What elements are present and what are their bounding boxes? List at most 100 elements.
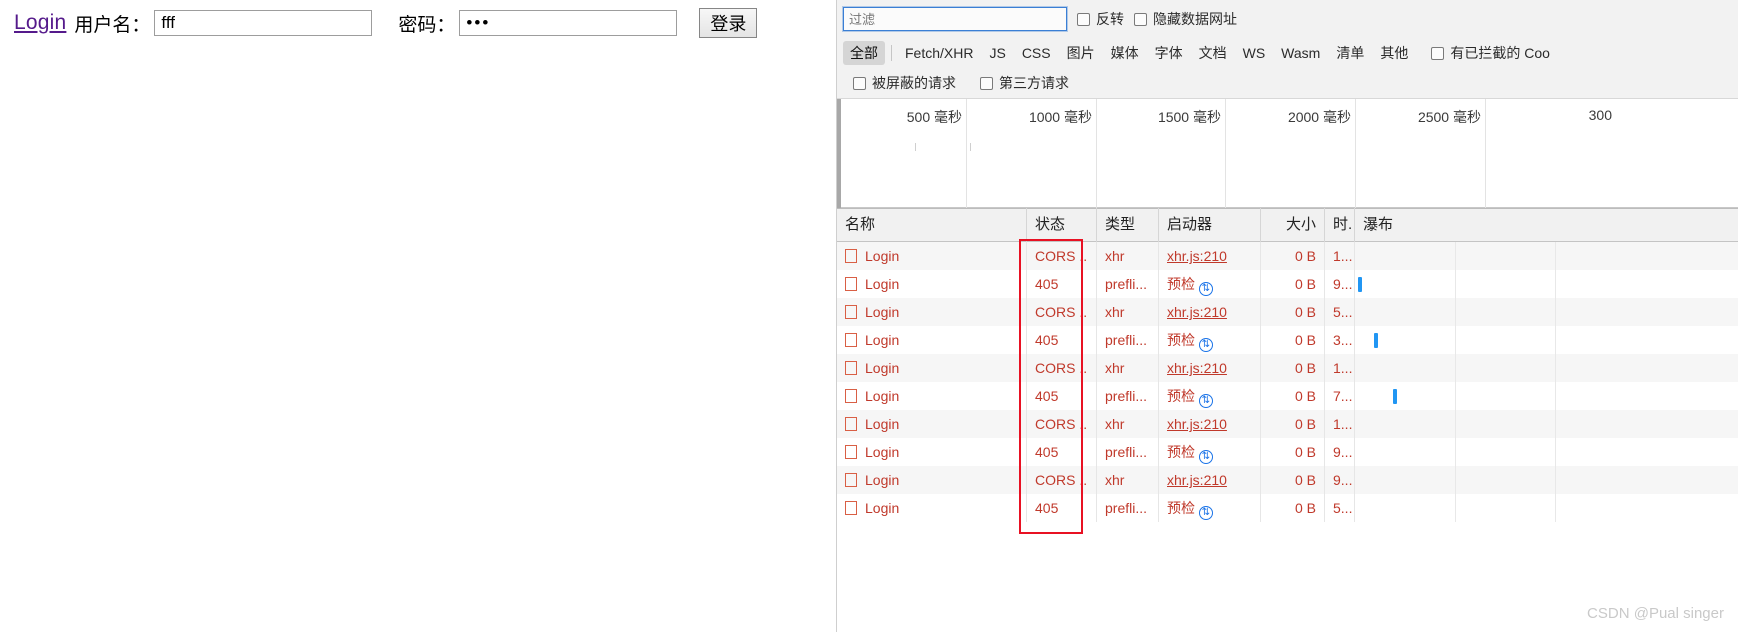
cell-name[interactable]: Login — [837, 466, 1027, 494]
cell-name[interactable]: Login — [837, 494, 1027, 522]
table-row[interactable]: Login CORS .. xhr xhr.js:210 0 B 5... — [837, 298, 1738, 326]
type-filter-media[interactable]: 媒体 — [1104, 41, 1146, 65]
cell-name[interactable]: Login — [837, 382, 1027, 410]
type-filter-doc[interactable]: 文档 — [1192, 41, 1234, 65]
hide-data-urls-checkbox[interactable] — [1134, 12, 1147, 26]
waterfall-gridline — [1555, 494, 1556, 522]
type-filter-css[interactable]: CSS — [1015, 43, 1058, 63]
timeline-tick-label: 1500 毫秒 — [1157, 109, 1221, 125]
document-icon — [845, 333, 857, 347]
cell-initiator[interactable]: 预检 ⇅ — [1159, 438, 1261, 466]
table-row[interactable]: Login 405 prefli... 预检 ⇅ 0 B 5... — [837, 494, 1738, 522]
waterfall-gridline — [1455, 298, 1456, 326]
cell-size: 0 B — [1261, 270, 1325, 298]
cell-name[interactable]: Login — [837, 354, 1027, 382]
initiator-link[interactable]: xhr.js:210 — [1167, 416, 1227, 432]
waterfall-gridline — [1555, 410, 1556, 438]
request-name-label: Login — [865, 416, 900, 432]
invert-checkbox-group[interactable]: 反转 — [1077, 9, 1124, 29]
column-header-type[interactable]: 类型 — [1097, 208, 1159, 242]
cell-name[interactable]: Login — [837, 326, 1027, 354]
type-filter-font[interactable]: 字体 — [1148, 41, 1190, 65]
cell-size: 0 B — [1261, 326, 1325, 354]
cell-name[interactable]: Login — [837, 298, 1027, 326]
timeline-tick-2500: 2500 毫秒 — [1356, 99, 1486, 209]
table-row[interactable]: Login CORS .. xhr xhr.js:210 0 B 1... — [837, 242, 1738, 270]
blocked-requests-checkbox-group[interactable]: 被屏蔽的请求 — [853, 73, 956, 93]
cell-name[interactable]: Login — [837, 438, 1027, 466]
request-name-label: Login — [865, 388, 900, 404]
waterfall-gridline — [1555, 466, 1556, 494]
waterfall-gridline — [1555, 270, 1556, 298]
column-header-size[interactable]: 大小 — [1261, 208, 1325, 242]
invert-checkbox[interactable] — [1077, 12, 1090, 26]
initiator-link[interactable]: xhr.js:210 — [1167, 360, 1227, 376]
cell-time: 9... — [1325, 438, 1355, 466]
third-party-checkbox[interactable] — [980, 76, 993, 90]
cell-initiator[interactable]: xhr.js:210 — [1159, 466, 1261, 494]
blocked-cookies-checkbox-group[interactable]: 有已拦截的 Coo — [1431, 43, 1550, 63]
type-filter-wasm[interactable]: Wasm — [1274, 43, 1327, 63]
filter-input[interactable] — [842, 6, 1068, 32]
cell-name[interactable]: Login — [837, 270, 1027, 298]
column-header-waterfall[interactable]: 瀑布 — [1355, 208, 1738, 242]
initiator-label: 预检 — [1167, 444, 1195, 460]
type-filter-all[interactable]: 全部 — [843, 41, 885, 65]
table-row[interactable]: Login 405 prefli... 预检 ⇅ 0 B 9... — [837, 438, 1738, 466]
resource-type-filter-row: 全部 Fetch/XHR JS CSS 图片 媒体 字体 文档 WS Wasm … — [837, 38, 1738, 68]
column-header-status[interactable]: 状态 — [1027, 208, 1097, 242]
cell-status: CORS .. — [1027, 354, 1097, 382]
login-link[interactable]: Login — [14, 11, 66, 35]
type-filter-manifest[interactable]: 清单 — [1329, 41, 1371, 65]
type-filter-js[interactable]: JS — [982, 43, 1012, 63]
table-row[interactable]: Login 405 prefli... 预检 ⇅ 0 B 3... — [837, 326, 1738, 354]
initiator-link[interactable]: xhr.js:210 — [1167, 248, 1227, 264]
timeline-tick-1000: 1000 毫秒 — [967, 99, 1097, 209]
cell-initiator[interactable]: xhr.js:210 — [1159, 298, 1261, 326]
table-row[interactable]: Login 405 prefli... 预检 ⇅ 0 B 7... — [837, 382, 1738, 410]
cell-initiator[interactable]: 预检 ⇅ — [1159, 326, 1261, 354]
table-row[interactable]: Login CORS .. xhr xhr.js:210 0 B 1... — [837, 354, 1738, 382]
type-filter-fetch-xhr[interactable]: Fetch/XHR — [898, 43, 980, 63]
network-requests-table: 名称 状态 类型 启动器 大小 时. 瀑布 Login CORS .. xhr xhr… — [837, 208, 1738, 632]
cell-initiator[interactable]: xhr.js:210 — [1159, 242, 1261, 270]
cell-time: 7... — [1325, 382, 1355, 410]
network-overview-timeline[interactable]: 500 毫秒 1000 毫秒 1500 毫秒 2000 毫秒 2500 毫秒 3… — [837, 98, 1738, 209]
initiator-link[interactable]: xhr.js:210 — [1167, 304, 1227, 320]
table-row[interactable]: Login CORS .. xhr xhr.js:210 0 B 1... — [837, 410, 1738, 438]
column-header-name[interactable]: 名称 — [837, 208, 1027, 242]
waterfall-gridline — [1455, 494, 1456, 522]
initiator-link[interactable]: xhr.js:210 — [1167, 472, 1227, 488]
request-name-label: Login — [865, 276, 900, 292]
type-filter-img[interactable]: 图片 — [1060, 41, 1102, 65]
column-header-time[interactable]: 时. — [1325, 208, 1355, 242]
cell-waterfall — [1355, 242, 1738, 270]
devtools-network-panel: 反转 隐藏数据网址 全部 Fetch/XHR JS CSS 图片 媒体 字体 文… — [836, 0, 1738, 632]
table-row[interactable]: Login CORS .. xhr xhr.js:210 0 B 9... — [837, 466, 1738, 494]
table-row[interactable]: Login 405 prefli... 预检 ⇅ 0 B 9... — [837, 270, 1738, 298]
blocked-requests-checkbox[interactable] — [853, 76, 866, 90]
password-input[interactable] — [459, 10, 678, 36]
cell-name[interactable]: Login — [837, 410, 1027, 438]
type-filter-other[interactable]: 其他 — [1373, 41, 1415, 65]
hide-data-urls-checkbox-group[interactable]: 隐藏数据网址 — [1134, 9, 1237, 29]
type-filter-separator — [891, 45, 892, 61]
request-name-label: Login — [865, 500, 900, 516]
blocked-cookies-checkbox[interactable] — [1431, 46, 1445, 60]
waterfall-gridline — [1555, 354, 1556, 382]
cell-initiator[interactable]: 预检 ⇅ — [1159, 270, 1261, 298]
column-header-initiator[interactable]: 启动器 — [1159, 208, 1261, 242]
cell-initiator[interactable]: xhr.js:210 — [1159, 354, 1261, 382]
login-submit-button[interactable]: 登录 — [699, 8, 758, 38]
cell-initiator[interactable]: 预检 ⇅ — [1159, 382, 1261, 410]
type-filter-ws[interactable]: WS — [1236, 43, 1273, 63]
cell-name[interactable]: Login — [837, 242, 1027, 270]
cell-size: 0 B — [1261, 410, 1325, 438]
cell-waterfall — [1355, 494, 1738, 522]
username-input[interactable] — [154, 10, 373, 36]
cell-initiator[interactable]: xhr.js:210 — [1159, 410, 1261, 438]
timeline-tick-3000: 300 — [1486, 99, 1616, 209]
cell-initiator[interactable]: 预检 ⇅ — [1159, 494, 1261, 522]
third-party-checkbox-group[interactable]: 第三方请求 — [980, 73, 1069, 93]
cell-waterfall — [1355, 438, 1738, 466]
